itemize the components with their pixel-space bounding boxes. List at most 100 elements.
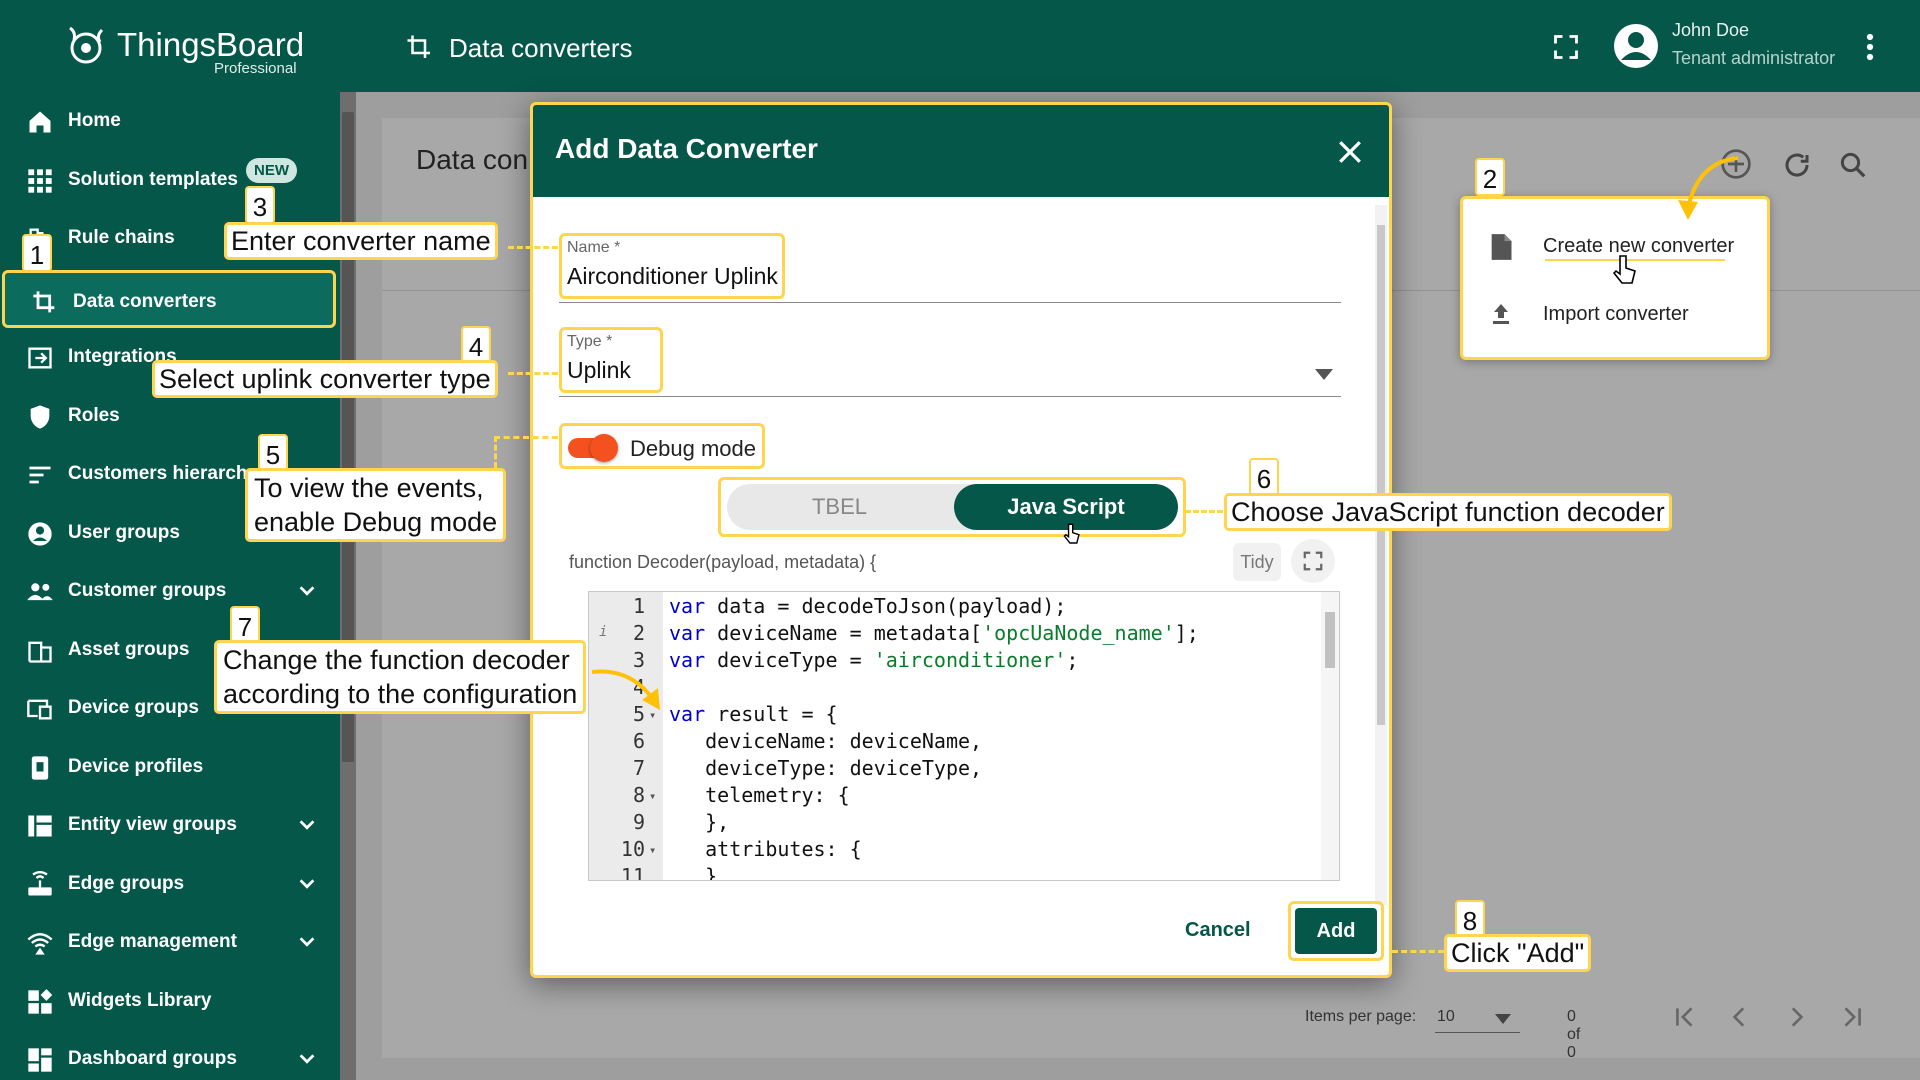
more-vert-icon[interactable]	[1862, 32, 1878, 62]
avatar-icon[interactable]	[1612, 22, 1660, 70]
router-icon	[28, 871, 52, 896]
code-editor[interactable]: i 1 2 3 4 5 ▾ 6 7 8 ▾ 9 10 ▾ 11 var data…	[588, 591, 1340, 881]
step-number: 2	[1475, 158, 1505, 196]
menu-item-label: Create new converter	[1543, 235, 1735, 257]
chevron-down-icon[interactable]	[296, 931, 318, 953]
name-label: Name *	[567, 239, 621, 256]
sidebar-item-dashboard-groups[interactable]: Dashboard groups	[0, 1030, 340, 1080]
sidebar-item-data-converters[interactable]: Data converters	[2, 270, 336, 328]
add-data-converter-dialog: Add Data Converter Name * Airconditioner…	[530, 102, 1392, 978]
fold-arrow-icon[interactable]: ▾	[649, 843, 656, 857]
type-select[interactable]: Uplink	[567, 357, 631, 384]
refresh-icon[interactable]	[1782, 150, 1812, 180]
pointer-cursor-icon	[1063, 523, 1080, 544]
items-per-page-select[interactable]: 10	[1437, 1008, 1455, 1026]
converter-icon	[407, 35, 430, 58]
expand-editor-button[interactable]	[1291, 539, 1335, 583]
sidebar-item-edge-management[interactable]: Edge management	[0, 913, 340, 971]
debug-mode-toggle[interactable]: Debug mode	[559, 423, 765, 469]
last-page-icon[interactable]	[1839, 1004, 1865, 1030]
device-profile-icon	[31, 756, 49, 780]
menu-item-import-converter[interactable]: Import converter	[1463, 283, 1763, 343]
file-icon	[1491, 234, 1512, 260]
prev-page-icon[interactable]	[1727, 1004, 1753, 1030]
next-page-icon[interactable]	[1783, 1004, 1809, 1030]
sidebar-item-customer-groups[interactable]: Customer groups	[0, 562, 340, 620]
language-toggle[interactable]: TBEL Java Script	[718, 477, 1186, 544]
step-number: 7	[230, 606, 260, 644]
logo[interactable]: ThingsBoard Professional	[60, 18, 320, 78]
dialog-scrollbar[interactable]	[1375, 205, 1387, 905]
step-number: 3	[245, 186, 275, 224]
page-header: Data converters	[405, 28, 633, 68]
fullscreen-icon[interactable]	[1552, 33, 1580, 61]
add-button-highlight: Add	[1288, 901, 1384, 961]
sidebar-item-label: Edge management	[68, 931, 237, 952]
sidebar-item-label: User groups	[68, 522, 180, 543]
code-line: deviceName: deviceName,	[669, 729, 983, 753]
name-field[interactable]: Name * Airconditioner Uplink	[559, 233, 1341, 303]
dropdown-arrow-icon[interactable]	[1315, 369, 1333, 381]
sidebar-item-device-profiles[interactable]: Device profiles	[0, 738, 340, 796]
callout-select-type: Select uplink converter type	[152, 360, 498, 398]
code-line: deviceType: deviceType,	[669, 756, 983, 780]
fold-arrow-icon[interactable]: ▾	[649, 789, 656, 803]
callout-enter-name: Enter converter name	[224, 222, 498, 260]
add-button[interactable]: Add	[1295, 908, 1377, 954]
tbel-option[interactable]: TBEL	[727, 484, 952, 530]
top-bar: ThingsBoard Professional Data converters…	[0, 0, 1920, 92]
chevron-down-icon[interactable]	[296, 580, 318, 602]
code-line: }	[669, 864, 718, 881]
chevron-down-icon[interactable]	[296, 1048, 318, 1070]
callout-line: according to the configuration	[223, 679, 578, 709]
arrow-icon	[1678, 156, 1739, 220]
step-number: 4	[461, 326, 491, 364]
first-page-icon[interactable]	[1672, 1004, 1698, 1030]
line-number: 8	[632, 783, 645, 807]
code-line: var data = decodeToJson(payload);	[669, 594, 1067, 618]
callout-function-decoder: Change the function decoder according to…	[214, 640, 587, 714]
user-name[interactable]: John Doe	[1672, 20, 1749, 41]
account-icon	[28, 522, 52, 546]
name-input[interactable]: Airconditioner Uplink	[567, 263, 778, 290]
items-per-page-label: Items per page:	[1305, 1008, 1417, 1025]
step-number: 5	[258, 434, 288, 472]
dashboard-icon	[28, 1048, 52, 1072]
sidebar-item-home[interactable]: Home	[0, 92, 340, 150]
people-icon	[27, 583, 53, 601]
type-label: Type *	[567, 333, 613, 350]
sidebar-item-edge-groups[interactable]: Edge groups	[0, 855, 340, 913]
new-badge: NEW	[246, 158, 297, 183]
sidebar-item-label: Rule chains	[68, 227, 175, 248]
thingsboard-logo-icon	[69, 26, 104, 64]
code-line: attributes: {	[669, 837, 862, 861]
line-number: 1	[632, 594, 645, 618]
chevron-down-icon[interactable]	[296, 814, 318, 836]
asset-icon	[28, 641, 52, 663]
tidy-button[interactable]: Tidy	[1233, 543, 1281, 581]
dropdown-arrow-icon[interactable]	[1495, 1014, 1511, 1024]
paginator: Items per page: 10 0 of 0	[1305, 1007, 1861, 1061]
line-number: 7	[632, 756, 645, 780]
editor-scrollbar[interactable]	[1321, 592, 1339, 880]
line-number: 2	[632, 621, 645, 645]
line-number: 6	[632, 729, 645, 753]
page-count: 0 of 0	[1567, 1008, 1581, 1061]
type-field[interactable]: Type * Uplink	[559, 327, 1341, 397]
code-line: var deviceType = 'airconditioner';	[669, 648, 1079, 672]
hierarchy-icon	[29, 466, 51, 484]
widgets-icon	[28, 989, 53, 1014]
sidebar-item-label: Asset groups	[68, 639, 190, 660]
chevron-down-icon[interactable]	[296, 873, 318, 895]
sidebar-item-entity-view-groups[interactable]: Entity view groups	[0, 796, 340, 854]
search-icon[interactable]	[1838, 150, 1868, 180]
cancel-button[interactable]: Cancel	[1185, 919, 1251, 942]
close-icon[interactable]	[1337, 139, 1363, 165]
sidebar-item-label: Home	[68, 110, 121, 131]
sidebar-item-label: Customer groups	[68, 580, 227, 601]
upload-icon	[1493, 304, 1509, 324]
page-title: Data converters	[449, 32, 633, 63]
sidebar-item-widgets-library[interactable]: Widgets Library	[0, 972, 340, 1030]
grid-icon	[28, 169, 52, 193]
sidebar-item-label: Customers hierarchy	[68, 463, 259, 484]
